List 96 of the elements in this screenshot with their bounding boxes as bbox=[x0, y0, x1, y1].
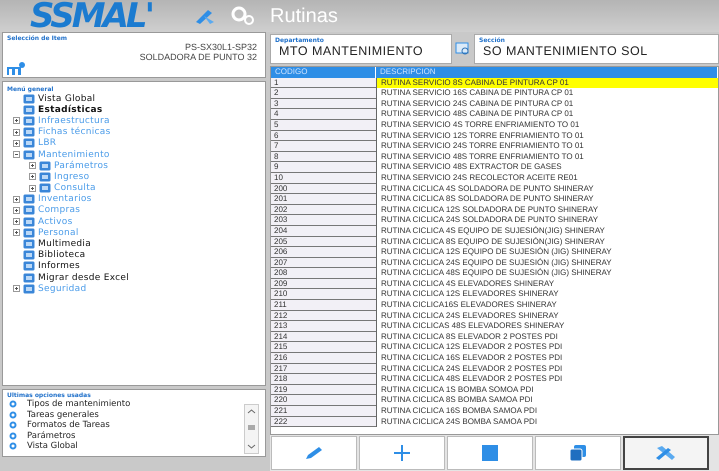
item-code: PS-SX30L1-SP32 bbox=[184, 42, 258, 52]
expand-toggle-icon[interactable] bbox=[13, 285, 20, 292]
window-title: Rutinas bbox=[270, 4, 338, 28]
tools-icon bbox=[654, 445, 678, 461]
table-cell: 211 bbox=[271, 300, 376, 311]
expand-toggle-icon[interactable] bbox=[13, 206, 20, 214]
table-cell: 4 bbox=[271, 109, 376, 120]
table-cell: 216 bbox=[271, 353, 376, 364]
menu-item[interactable]: Estadísticas bbox=[38, 104, 103, 115]
table-cell: 210 bbox=[271, 289, 376, 300]
table-cell: 208 bbox=[271, 268, 376, 279]
tile-icon bbox=[23, 239, 35, 250]
table-cell: 217 bbox=[271, 364, 376, 374]
tile-icon bbox=[23, 138, 35, 148]
menu-item[interactable]: Biblioteca bbox=[38, 250, 86, 260]
table-cell: 218 bbox=[271, 374, 376, 385]
table-cell: 3 bbox=[271, 98, 376, 110]
table-cell: 213 bbox=[271, 321, 376, 332]
expand-toggle-icon[interactable] bbox=[13, 229, 20, 236]
table-cell: 202 bbox=[271, 204, 376, 216]
expand-toggle-icon[interactable] bbox=[29, 173, 36, 180]
table-cell: 207 bbox=[271, 258, 376, 268]
table-cell: 206 bbox=[271, 247, 376, 258]
table-cell: 220 bbox=[271, 395, 376, 406]
tile-icon bbox=[39, 183, 51, 194]
tile-icon bbox=[23, 284, 35, 294]
table-cell: 205 bbox=[271, 236, 376, 248]
tile-icon bbox=[39, 172, 51, 182]
expand-toggle-icon[interactable] bbox=[29, 184, 36, 192]
scrollbar[interactable] bbox=[244, 404, 259, 454]
table-cell: 9 bbox=[271, 162, 376, 173]
menu-item[interactable]: Vista Global bbox=[38, 94, 96, 104]
pencil-icon bbox=[304, 446, 324, 460]
table-cell: 6 bbox=[271, 130, 376, 142]
recent-option[interactable]: Tareas generales bbox=[27, 410, 99, 420]
tile-icon bbox=[23, 94, 35, 104]
table-cell: 8 bbox=[271, 152, 376, 162]
table-cell: 214 bbox=[271, 332, 376, 342]
field-value: MTO MANTENIMIENTO bbox=[278, 44, 424, 58]
table-cell: 203 bbox=[271, 215, 376, 226]
recent-option[interactable]: Tipos de mantenimiento bbox=[27, 399, 130, 410]
item-name: SOLDADORA DE PUNTO 32 bbox=[138, 52, 258, 62]
table-cell: 219 bbox=[271, 384, 376, 396]
menu-item[interactable]: Informes bbox=[38, 261, 80, 272]
tile-icon bbox=[23, 272, 35, 283]
tile-icon bbox=[23, 261, 35, 272]
tile-icon bbox=[23, 127, 35, 138]
expand-toggle-icon[interactable] bbox=[29, 162, 36, 170]
tile-icon bbox=[23, 250, 35, 260]
expand-toggle-icon[interactable] bbox=[13, 218, 20, 226]
recent-option[interactable]: Formatos de Tareas bbox=[27, 420, 110, 430]
table-cell: 204 bbox=[271, 226, 376, 236]
copy-icon bbox=[569, 444, 587, 462]
table-cell: 2 bbox=[271, 88, 376, 99]
table-cell: 10 bbox=[271, 172, 376, 184]
machine-icon bbox=[7, 61, 25, 75]
table-cell: 5 bbox=[271, 120, 376, 131]
add-button[interactable] bbox=[359, 436, 445, 470]
table-cell: 222 bbox=[271, 416, 376, 428]
delete-button[interactable] bbox=[447, 436, 533, 470]
expand-toggle-icon[interactable] bbox=[13, 140, 20, 147]
expand-toggle-icon[interactable] bbox=[13, 117, 20, 124]
tools-button[interactable] bbox=[623, 436, 709, 470]
menu-item[interactable]: Migrar desde Excel bbox=[38, 272, 130, 283]
logo: SSMAL' bbox=[30, 1, 153, 31]
square-icon bbox=[482, 445, 498, 461]
menu-item[interactable]: Multimedia bbox=[38, 239, 92, 250]
tools-icon bbox=[194, 8, 216, 24]
table-cell: 201 bbox=[271, 194, 376, 205]
tile-icon bbox=[23, 194, 35, 204]
table-cell[interactable]: RUTINA SERVICIO 8S CABINA DE PINTURA CP 01 bbox=[376, 78, 718, 88]
field-value: SO MANTENIMIENTO SOL bbox=[482, 44, 649, 58]
tile-icon bbox=[23, 104, 35, 115]
tile-icon bbox=[39, 160, 51, 171]
tile-icon bbox=[23, 228, 35, 238]
table-cell: 209 bbox=[271, 278, 376, 290]
collapse-toggle-icon[interactable] bbox=[13, 151, 20, 158]
recent-option[interactable]: Vista Global bbox=[27, 441, 78, 452]
recent-option[interactable]: Parámetros bbox=[27, 430, 76, 441]
table-cell: 221 bbox=[271, 406, 376, 417]
copy-button[interactable] bbox=[535, 436, 621, 470]
expand-toggle-icon[interactable] bbox=[13, 128, 20, 136]
table-cell: 1 bbox=[271, 78, 376, 88]
gear-icon bbox=[230, 6, 256, 26]
table-cell: 7 bbox=[271, 141, 376, 152]
edit-button[interactable] bbox=[271, 436, 357, 470]
tile-icon bbox=[23, 205, 35, 216]
table-cell: 212 bbox=[271, 310, 376, 322]
expand-toggle-icon[interactable] bbox=[13, 196, 20, 203]
table-cell: 200 bbox=[271, 184, 376, 194]
search-icon bbox=[455, 42, 471, 56]
tile-icon bbox=[23, 150, 35, 160]
tile-icon bbox=[23, 116, 35, 126]
plus-icon bbox=[393, 444, 411, 462]
table-cell: 215 bbox=[271, 342, 376, 354]
tile-icon bbox=[23, 216, 35, 227]
